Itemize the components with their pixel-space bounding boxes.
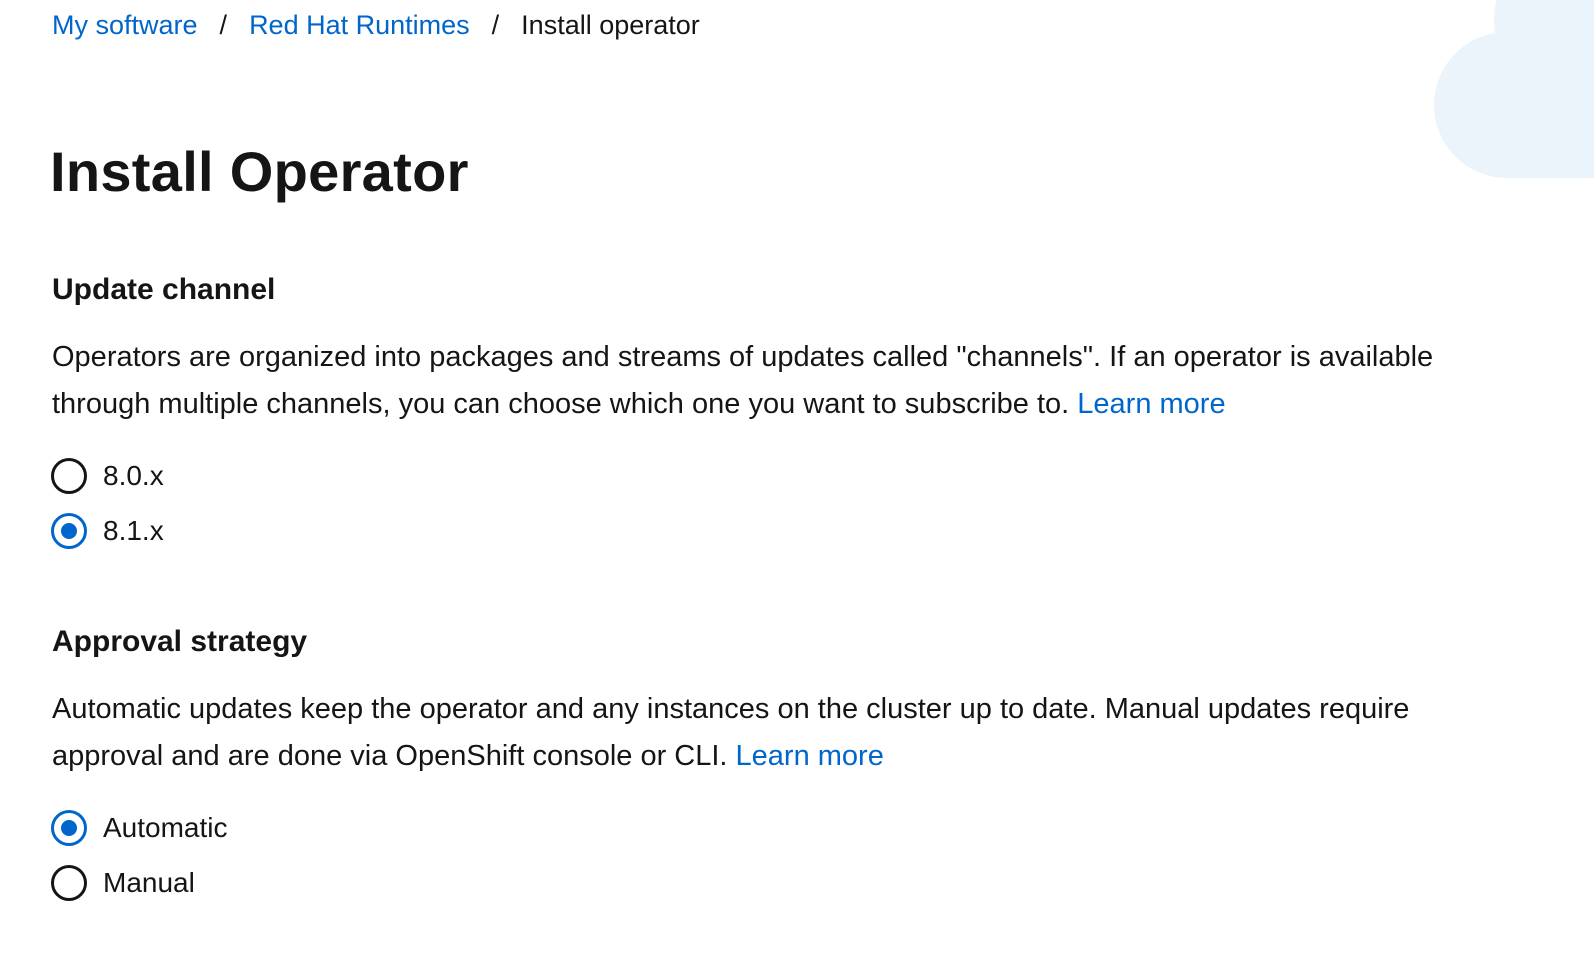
update-channel-learn-more-link[interactable]: Learn more [1077,388,1225,420]
radio-checked-icon[interactable] [51,513,87,549]
breadcrumb-red-hat-runtimes[interactable]: Red Hat Runtimes [249,8,470,42]
breadcrumb-separator: / [491,10,500,40]
approval-strategy-description: Automatic updates keep the operator and … [52,686,1512,780]
radio-unchecked-icon[interactable] [51,458,87,494]
breadcrumb-current: Install operator [521,10,700,40]
channel-radio-8-0-x[interactable]: 8.0.x [51,458,164,494]
update-channel-description: Operators are organized into packages an… [52,334,1512,428]
update-channel-description-text: Operators are organized into packages an… [52,341,1434,420]
breadcrumb: My software / Red Hat Runtimes / Install… [52,8,700,42]
approval-radio-manual[interactable]: Manual [51,865,195,901]
radio-unchecked-icon[interactable] [51,865,87,901]
approval-radio-label: Manual [103,867,195,898]
channel-radio-8-1-x[interactable]: 8.1.x [51,513,164,549]
approval-strategy-heading: Approval strategy [52,625,308,658]
radio-checked-icon[interactable] [51,810,87,846]
breadcrumb-separator: / [219,10,228,40]
approval-radio-automatic[interactable]: Automatic [51,810,228,846]
channel-radio-label: 8.1.x [103,515,164,546]
channel-radio-label: 8.0.x [103,460,164,491]
breadcrumb-my-software[interactable]: My software [52,8,198,42]
approval-strategy-description-text: Automatic updates keep the operator and … [52,693,1410,772]
approval-radio-label: Automatic [103,812,228,843]
approval-strategy-learn-more-link[interactable]: Learn more [736,740,884,772]
cloud-decoration [1434,0,1594,180]
update-channel-heading: Update channel [52,273,276,306]
page-title: Install Operator [50,140,469,203]
